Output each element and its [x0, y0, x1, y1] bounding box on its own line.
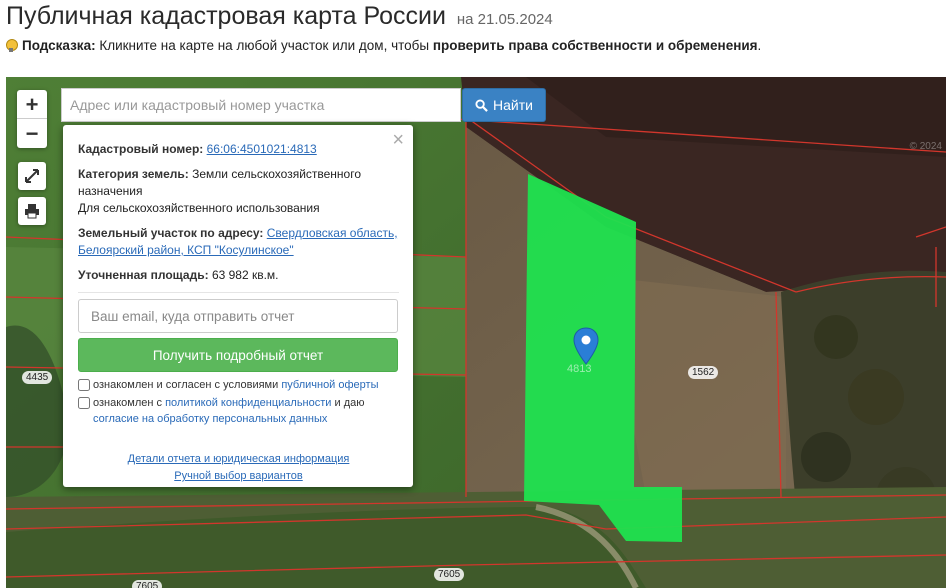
- zoom-in-button[interactable]: +: [17, 90, 47, 119]
- map-watermark: © 2024: [909, 141, 942, 152]
- privacy-text: ознакомлен с: [93, 397, 166, 409]
- offer-link[interactable]: публичной оферты: [281, 379, 378, 391]
- hint-label: Подсказка:: [22, 38, 96, 53]
- privacy-consent: ознакомлен с политикой конфиденциальност…: [78, 395, 399, 427]
- cadastral-label: Кадастровый номер:: [78, 142, 204, 156]
- lightbulb-icon: [6, 39, 18, 52]
- hint-line: Подсказка: Кликните на карте на любой уч…: [6, 38, 761, 53]
- offer-text: ознакомлен и согласен с условиями: [93, 379, 282, 391]
- category-label: Категория земель:: [78, 167, 189, 181]
- address-label: Земельный участок по адресу:: [78, 226, 264, 240]
- divider: [78, 292, 399, 293]
- popup-footer-links: Детали отчета и юридическая информация Р…: [78, 451, 399, 485]
- fullscreen-button[interactable]: [18, 162, 46, 190]
- map-label-1562: 1562: [688, 366, 719, 379]
- address-row: Земельный участок по адресу: Свердловска…: [78, 225, 399, 259]
- parcel-info-popup: × Кадастровый номер: 66:06:4501021:4813 …: [63, 125, 413, 487]
- area-label: Уточненная площадь:: [78, 268, 209, 282]
- expand-icon: [25, 169, 39, 183]
- privacy-link[interactable]: политикой конфиденциальности: [165, 397, 331, 409]
- zoom-control: + −: [17, 90, 47, 148]
- manual-select-link[interactable]: Ручной выбор вариантов: [78, 468, 399, 485]
- hint-text: Кликните на карте на любой участок или д…: [95, 38, 433, 53]
- map-label-4435: 4435: [22, 371, 53, 384]
- hint-bold-text: проверить права собственности и обремене…: [432, 38, 758, 53]
- title-text: Публичная кадастровая карта России: [6, 2, 446, 30]
- privacy-checkbox[interactable]: [78, 397, 90, 409]
- map-label-7605-right: 7605: [434, 568, 465, 581]
- privacy-consent-text: ознакомлен с политикой конфиденциальност…: [93, 395, 364, 427]
- map-label-7605-left: 7605: [132, 580, 163, 588]
- title-date: на 21.05.2024: [456, 11, 553, 28]
- area-value: 63 982 кв.м.: [211, 268, 279, 282]
- email-input[interactable]: [78, 299, 398, 333]
- search-icon: [475, 98, 488, 112]
- details-link[interactable]: Детали отчета и юридическая информация: [78, 451, 399, 468]
- personal-data-link[interactable]: согласие на обработку персональных данны…: [93, 413, 327, 425]
- hint-end: .: [757, 38, 762, 53]
- category-row: Категория земель: Земли сельскохозяйстве…: [78, 166, 399, 217]
- land-use-value: Для сельскохозяйственного использования: [78, 201, 320, 215]
- print-button[interactable]: [18, 197, 46, 225]
- privacy-mid-text: и даю: [331, 397, 365, 409]
- cadastral-row: Кадастровый номер: 66:06:4501021:4813: [78, 141, 399, 158]
- offer-checkbox[interactable]: [78, 379, 90, 391]
- search-button[interactable]: Найти: [462, 88, 546, 122]
- area-row: Уточненная площадь: 63 982 кв.м.: [78, 267, 399, 284]
- search-input[interactable]: [61, 88, 461, 122]
- get-report-button[interactable]: Получить подробный отчет: [78, 338, 398, 372]
- offer-consent-text: ознакомлен и согласен с условиями публич…: [93, 377, 379, 393]
- offer-consent: ознакомлен и согласен с условиями публич…: [78, 377, 399, 393]
- map-view[interactable]: © 2024 + − Найти 4435 1562 4813 7605 760…: [6, 77, 946, 588]
- page-title: Публичная кадастровая карта России на 21…: [6, 2, 553, 31]
- cadastral-number-link[interactable]: 66:06:4501021:4813: [207, 142, 317, 156]
- search-button-label: Найти: [493, 97, 533, 113]
- close-icon[interactable]: ×: [392, 130, 404, 150]
- map-marker-icon[interactable]: [573, 327, 599, 365]
- zoom-out-button[interactable]: −: [17, 119, 47, 148]
- printer-icon: [25, 204, 39, 219]
